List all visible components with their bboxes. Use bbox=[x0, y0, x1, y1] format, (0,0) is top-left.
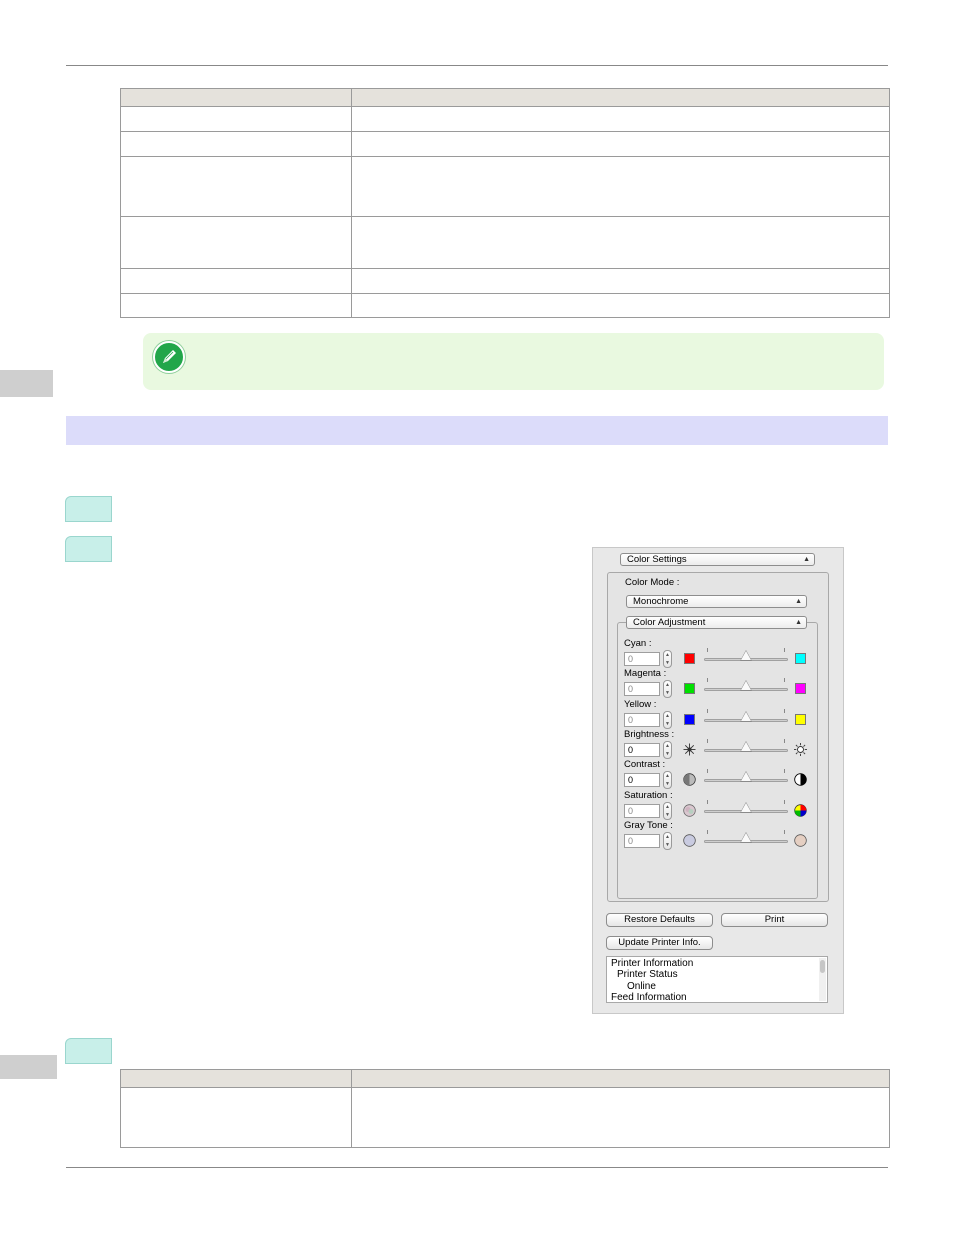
color-adjustment-select[interactable]: Color Adjustment ▲ bbox=[626, 616, 807, 629]
list-item: Feed Information bbox=[611, 992, 687, 1003]
slider-label: Magenta : bbox=[624, 668, 667, 679]
slider-tick bbox=[707, 800, 708, 804]
slider-tick bbox=[707, 739, 708, 743]
chapter-side-tab bbox=[0, 370, 53, 397]
slider-tick bbox=[784, 648, 785, 652]
list-item: Printer Information bbox=[611, 958, 694, 969]
slider-thumb[interactable] bbox=[740, 711, 752, 722]
slider-label: Yellow : bbox=[624, 699, 657, 710]
print-button[interactable]: Print bbox=[721, 913, 828, 927]
slider-label: Contrast : bbox=[624, 759, 666, 770]
table-row bbox=[120, 131, 890, 157]
slider-value-field[interactable]: 0 bbox=[624, 804, 660, 818]
slider-value-field[interactable]: 0 bbox=[624, 652, 660, 666]
step-marker-2 bbox=[65, 536, 112, 562]
slider-thumb[interactable] bbox=[740, 680, 752, 691]
slider-label: Saturation : bbox=[624, 790, 673, 801]
slider-tick bbox=[707, 709, 708, 713]
value-stepper[interactable]: ▲ ▼ bbox=[663, 771, 672, 789]
high-contrast-icon bbox=[794, 773, 807, 786]
table-row bbox=[120, 216, 890, 269]
scrollbar-thumb[interactable] bbox=[820, 960, 825, 973]
table-header-row bbox=[120, 1069, 890, 1088]
slider-thumb[interactable] bbox=[740, 650, 752, 661]
color-settings-panel: Color Settings ▲ Color Mode : Monochrome… bbox=[592, 547, 844, 1014]
value-stepper[interactable]: ▲ ▼ bbox=[663, 802, 672, 820]
slider-tick bbox=[707, 769, 708, 773]
warm-gray-icon bbox=[794, 834, 807, 847]
step-marker-3 bbox=[65, 1038, 112, 1064]
low-saturation-icon bbox=[683, 804, 696, 817]
updown-arrow-icon: ▲ bbox=[795, 598, 802, 605]
table-row bbox=[120, 156, 890, 217]
slider-label: Cyan : bbox=[624, 638, 652, 649]
blue-swatch-icon bbox=[684, 714, 695, 725]
table-row bbox=[120, 293, 890, 318]
slider-thumb[interactable] bbox=[740, 802, 752, 813]
printer-info-list[interactable]: Printer Information Printer Status Onlin… bbox=[606, 956, 828, 1003]
color-mode-label: Color Mode : bbox=[625, 577, 680, 588]
table-row bbox=[120, 106, 890, 132]
high-saturation-icon bbox=[794, 804, 807, 817]
slider-tick bbox=[707, 830, 708, 834]
bottom-rule bbox=[66, 1167, 888, 1168]
settings-table-top bbox=[120, 88, 890, 318]
value-stepper[interactable]: ▲ ▼ bbox=[663, 680, 672, 698]
low-contrast-icon bbox=[683, 773, 696, 786]
value-stepper[interactable]: ▲ ▼ bbox=[663, 832, 672, 850]
section-heading-bar bbox=[66, 416, 888, 445]
table-row bbox=[120, 268, 890, 294]
slider-tick bbox=[784, 800, 785, 804]
dim-sun-icon bbox=[683, 743, 696, 756]
value-stepper[interactable]: ▲ ▼ bbox=[663, 711, 672, 729]
table-row bbox=[120, 1087, 890, 1148]
settings-table-bottom bbox=[120, 1069, 890, 1148]
updown-arrow-icon: ▲ bbox=[803, 556, 810, 563]
slider-value-field[interactable]: 0 bbox=[624, 773, 660, 787]
slider-value-field[interactable]: 0 bbox=[624, 682, 660, 696]
green-swatch-icon bbox=[684, 683, 695, 694]
slider-tick bbox=[784, 709, 785, 713]
slider-tick bbox=[784, 678, 785, 682]
slider-value-field[interactable]: 0 bbox=[624, 743, 660, 757]
restore-defaults-button[interactable]: Restore Defaults bbox=[606, 913, 713, 927]
value-stepper[interactable]: ▲ ▼ bbox=[663, 741, 672, 759]
slider-label: Brightness : bbox=[624, 729, 675, 740]
bright-sun-icon bbox=[794, 743, 807, 756]
color-mode-select[interactable]: Monochrome ▲ bbox=[626, 595, 807, 608]
list-item: Online bbox=[627, 981, 656, 992]
slider-tick bbox=[784, 830, 785, 834]
magenta-swatch-icon bbox=[795, 683, 806, 694]
top-rule bbox=[66, 65, 888, 66]
slider-value-field[interactable]: 0 bbox=[624, 713, 660, 727]
slider-tick bbox=[784, 769, 785, 773]
slider-label: Gray Tone : bbox=[624, 820, 673, 831]
slider-thumb[interactable] bbox=[740, 771, 752, 782]
slider-value-field[interactable]: 0 bbox=[624, 834, 660, 848]
pencil-note-icon bbox=[153, 341, 185, 373]
slider-tick bbox=[784, 739, 785, 743]
step-marker-1 bbox=[65, 496, 112, 522]
update-printer-info-button[interactable]: Update Printer Info. bbox=[606, 936, 713, 950]
color-adjustment-label: Color Adjustment bbox=[633, 617, 706, 628]
table-header-row bbox=[120, 88, 890, 107]
slider-thumb[interactable] bbox=[740, 832, 752, 843]
slider-tick bbox=[707, 648, 708, 652]
cool-gray-icon bbox=[683, 834, 696, 847]
slider-thumb[interactable] bbox=[740, 741, 752, 752]
color-mode-value: Monochrome bbox=[633, 596, 689, 607]
yellow-swatch-icon bbox=[795, 714, 806, 725]
page-side-tab bbox=[0, 1055, 57, 1079]
red-swatch-icon bbox=[684, 653, 695, 664]
panel-select-popup[interactable]: Color Settings ▲ bbox=[620, 553, 815, 566]
cyan-swatch-icon bbox=[795, 653, 806, 664]
value-stepper[interactable]: ▲ ▼ bbox=[663, 650, 672, 668]
panel-select-label: Color Settings bbox=[627, 554, 687, 565]
updown-arrow-icon: ▲ bbox=[795, 619, 802, 626]
note-box bbox=[143, 333, 884, 390]
list-item: Printer Status bbox=[617, 969, 678, 980]
slider-tick bbox=[707, 678, 708, 682]
